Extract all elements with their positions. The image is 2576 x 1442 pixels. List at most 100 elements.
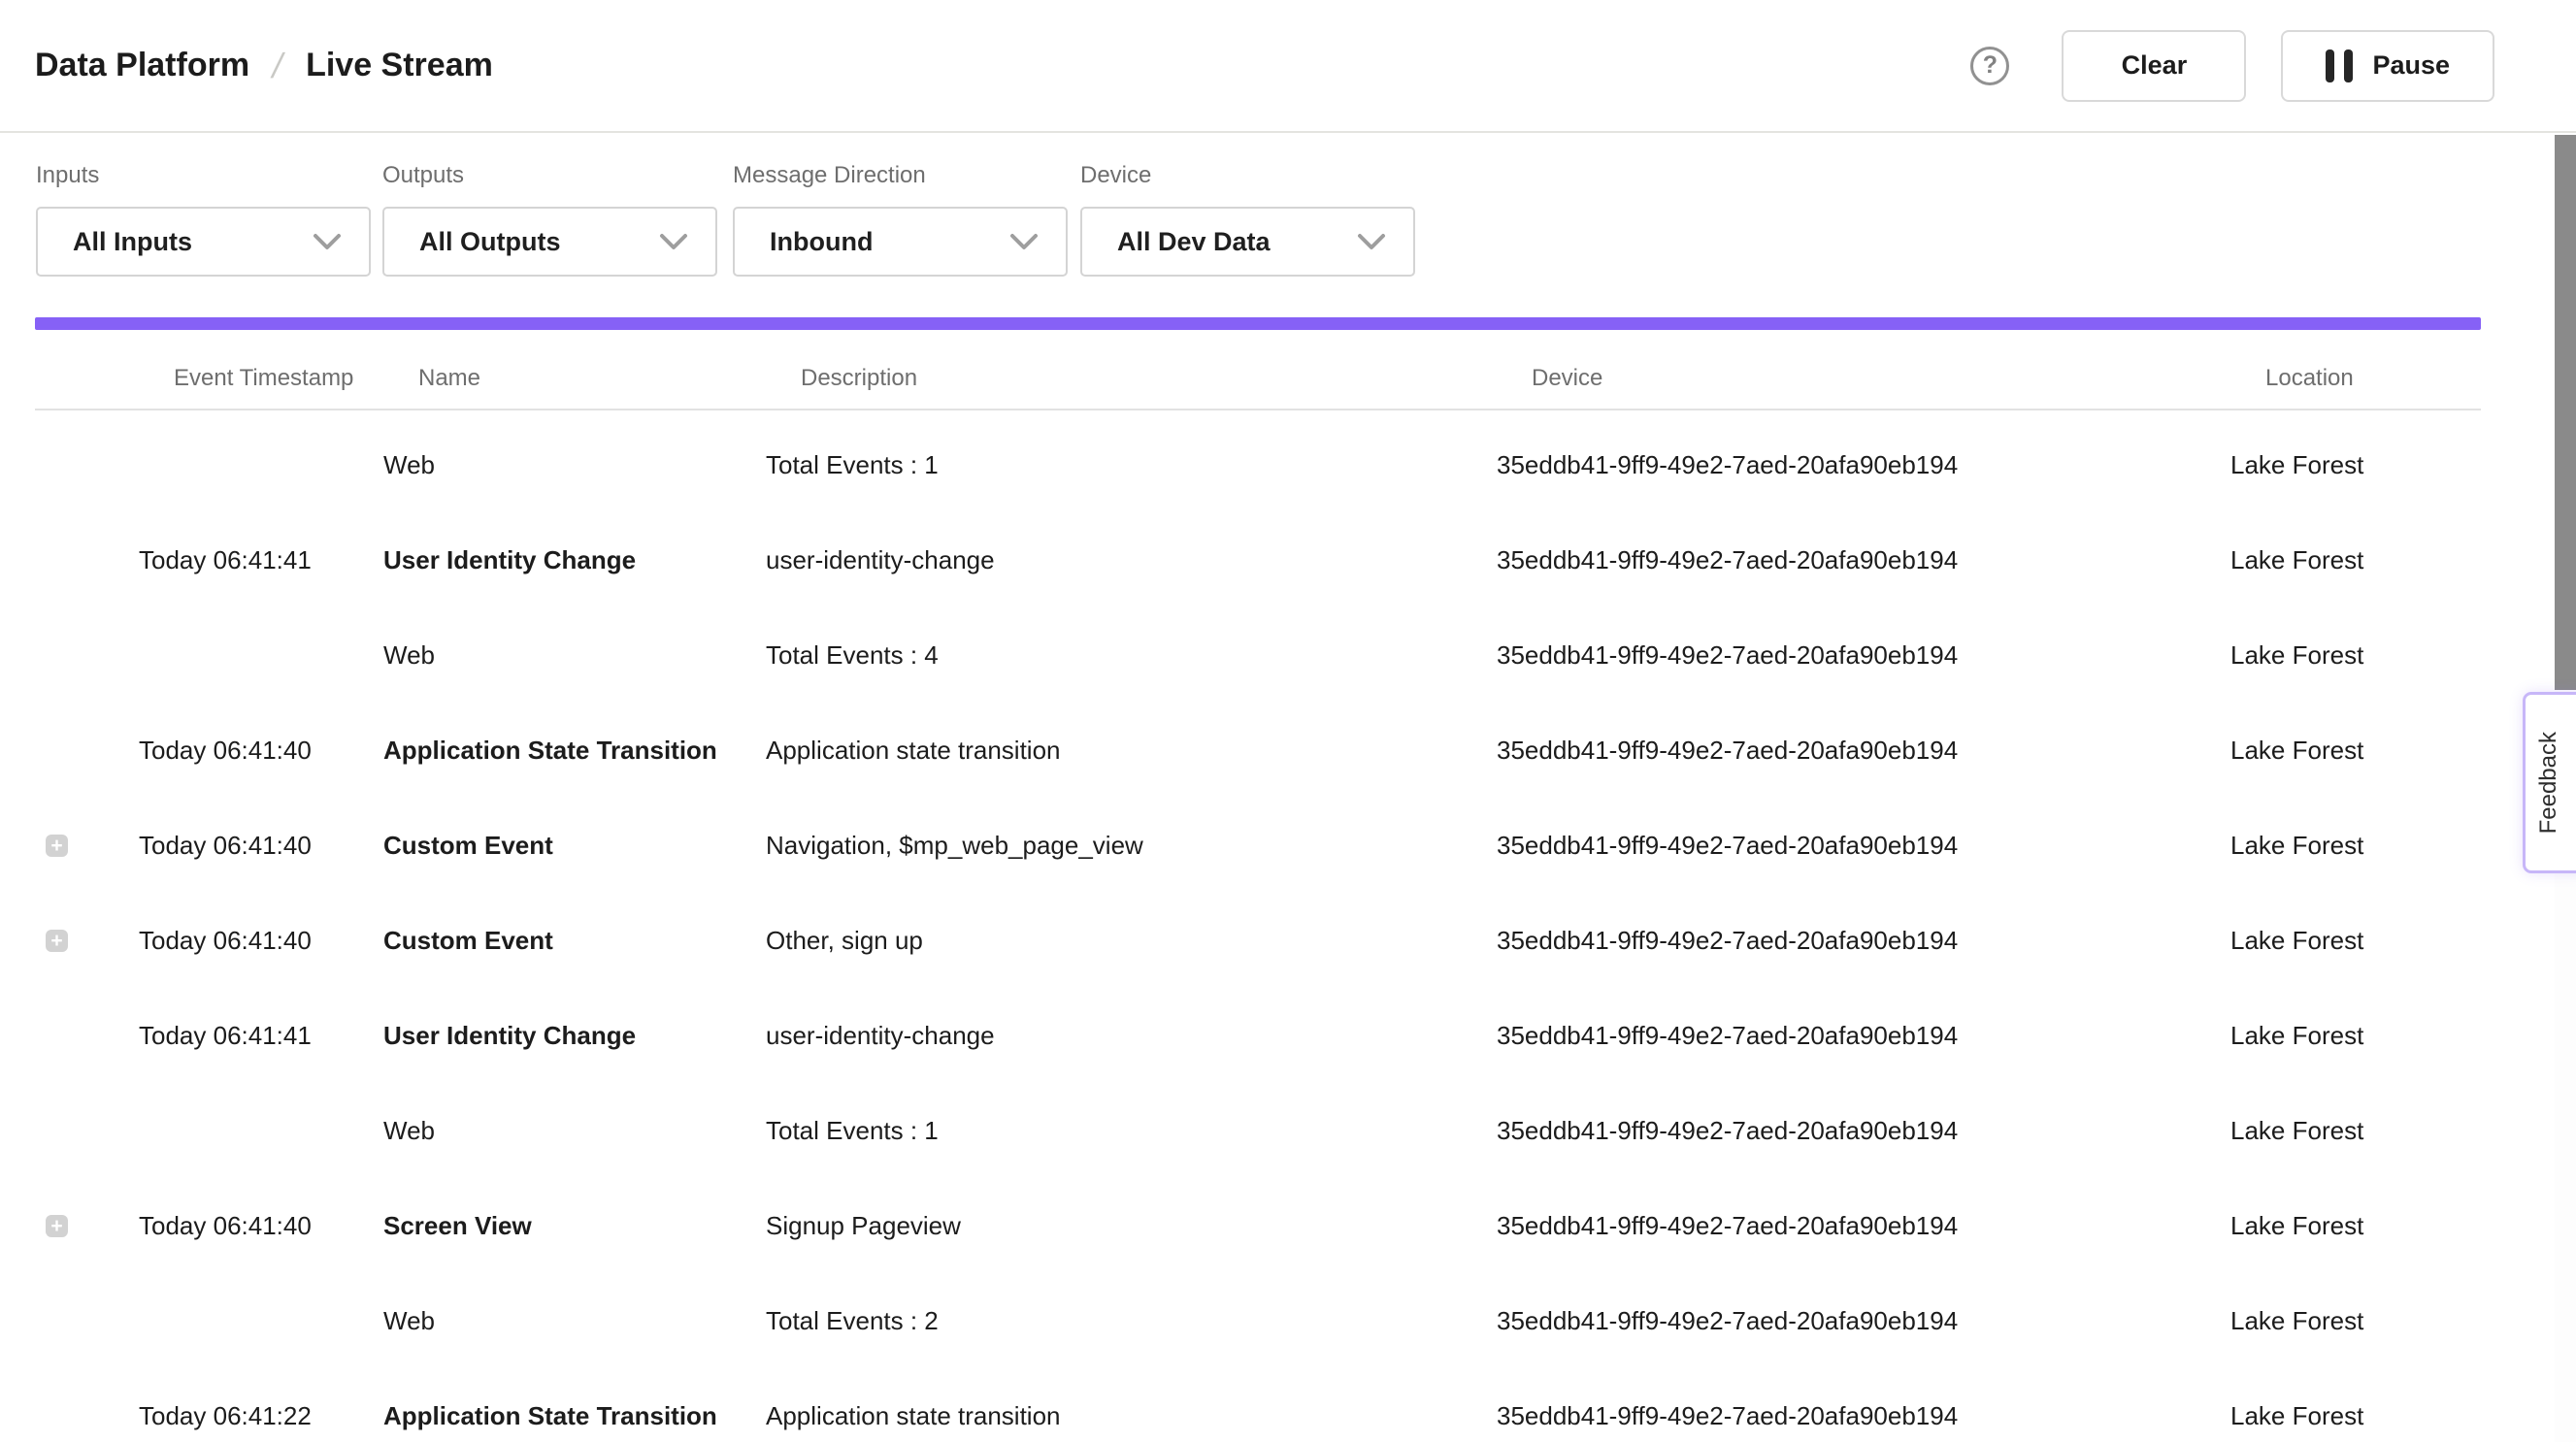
cell-description: Application state transition: [766, 703, 1486, 798]
cell-description: Navigation, $mp_web_page_view: [766, 798, 1486, 893]
filter-outputs-label: Outputs: [382, 162, 717, 189]
filter-device: Device All Dev Data: [1080, 135, 1415, 277]
cell-location: Lake Forest: [2230, 988, 2483, 1083]
column-header-name: Name: [418, 347, 791, 409]
table-row[interactable]: + Web Total Events : 2 35eddb41-9ff9-49e…: [0, 1273, 2576, 1368]
cell-device: 35eddb41-9ff9-49e2-7aed-20afa90eb194: [1497, 703, 2221, 798]
chevron-down-icon: [659, 233, 688, 250]
filter-device-label: Device: [1080, 162, 1415, 189]
cell-name: Application State Transition: [383, 703, 756, 798]
table-row[interactable]: + Today 06:41:22 Application State Trans…: [0, 1368, 2576, 1442]
cell-device: 35eddb41-9ff9-49e2-7aed-20afa90eb194: [1497, 1368, 2221, 1442]
live-stream-page: Data Platform / Live Stream ? Clear Paus…: [0, 0, 2576, 1442]
cell-name: Web: [383, 607, 756, 703]
cell-description: Total Events : 2: [766, 1273, 1486, 1368]
pause-button[interactable]: Pause: [2281, 30, 2494, 102]
table-row[interactable]: + Today 06:41:41 User Identity Change us…: [0, 988, 2576, 1083]
cell-name: Custom Event: [383, 893, 756, 988]
filter-message-direction-select[interactable]: Inbound: [733, 207, 1068, 277]
cell-name: User Identity Change: [383, 988, 756, 1083]
cell-description: user-identity-change: [766, 988, 1486, 1083]
cell-device: 35eddb41-9ff9-49e2-7aed-20afa90eb194: [1497, 1083, 2221, 1178]
filter-bar: Inputs All Inputs Outputs All Outputs Me…: [0, 135, 2576, 314]
cell-description: Application state transition: [766, 1368, 1486, 1442]
table-row[interactable]: + Web Total Events : 1 35eddb41-9ff9-49e…: [0, 417, 2576, 512]
cell-event-timestamp: Today 06:41:41: [139, 988, 372, 1083]
cell-event-timestamp: [139, 607, 372, 703]
cell-description: Other, sign up: [766, 893, 1486, 988]
table-row[interactable]: + Today 06:41:40 Custom Event Other, sig…: [0, 893, 2576, 988]
breadcrumb: Data Platform / Live Stream: [35, 0, 493, 131]
filter-outputs-select[interactable]: All Outputs: [382, 207, 717, 277]
cell-name: Web: [383, 1083, 756, 1178]
pause-button-label: Pause: [2372, 50, 2450, 81]
cell-name: Screen View: [383, 1178, 756, 1273]
table-row[interactable]: + Today 06:41:40 Custom Event Navigation…: [0, 798, 2576, 893]
cell-location: Lake Forest: [2230, 703, 2483, 798]
filter-device-select[interactable]: All Dev Data: [1080, 207, 1415, 277]
column-header-device: Device: [1532, 347, 2256, 409]
table-row[interactable]: + Today 06:41:41 User Identity Change us…: [0, 512, 2576, 607]
filter-inputs-select[interactable]: All Inputs: [36, 207, 371, 277]
table-row[interactable]: + Today 06:41:40 Screen View Signup Page…: [0, 1178, 2576, 1273]
breadcrumb-section[interactable]: Data Platform: [35, 47, 249, 84]
cell-event-timestamp: [139, 417, 372, 512]
cell-location: Lake Forest: [2230, 1368, 2483, 1442]
cell-device: 35eddb41-9ff9-49e2-7aed-20afa90eb194: [1497, 607, 2221, 703]
cell-location: Lake Forest: [2230, 798, 2483, 893]
breadcrumb-separator-icon: /: [269, 46, 287, 86]
cell-name: Web: [383, 1273, 756, 1368]
cell-device: 35eddb41-9ff9-49e2-7aed-20afa90eb194: [1497, 798, 2221, 893]
stream-progress-bar: [35, 317, 2481, 330]
pause-icon: [2326, 49, 2353, 82]
cell-description: Total Events : 1: [766, 417, 1486, 512]
cell-location: Lake Forest: [2230, 1178, 2483, 1273]
chevron-down-icon: [1009, 233, 1039, 250]
filter-message-direction-value: Inbound: [770, 227, 873, 257]
chevron-down-icon: [313, 233, 342, 250]
cell-event-timestamp: [139, 1273, 372, 1368]
feedback-tab-label: Feedback: [2535, 732, 2562, 834]
clear-button-label: Clear: [2122, 50, 2188, 81]
help-icon[interactable]: ?: [1970, 47, 2009, 85]
column-header-event-timestamp: Event Timestamp: [174, 347, 407, 409]
cell-event-timestamp: Today 06:41:40: [139, 893, 372, 988]
scrollbar-thumb[interactable]: [2555, 135, 2576, 690]
feedback-tab[interactable]: Feedback: [2523, 692, 2576, 873]
cell-name: User Identity Change: [383, 512, 756, 607]
table-row[interactable]: + Today 06:41:40 Application State Trans…: [0, 703, 2576, 798]
filter-outputs-value: All Outputs: [419, 227, 560, 257]
column-header-location: Location: [2265, 347, 2518, 409]
cell-location: Lake Forest: [2230, 607, 2483, 703]
clear-button[interactable]: Clear: [2062, 30, 2246, 102]
cell-device: 35eddb41-9ff9-49e2-7aed-20afa90eb194: [1497, 417, 2221, 512]
cell-location: Lake Forest: [2230, 512, 2483, 607]
table-row[interactable]: + Web Total Events : 1 35eddb41-9ff9-49e…: [0, 1083, 2576, 1178]
cell-device: 35eddb41-9ff9-49e2-7aed-20afa90eb194: [1497, 1178, 2221, 1273]
cell-event-timestamp: Today 06:41:22: [139, 1368, 372, 1442]
cell-event-timestamp: Today 06:41:40: [139, 703, 372, 798]
cell-event-timestamp: Today 06:41:41: [139, 512, 372, 607]
table-row[interactable]: + Web Total Events : 4 35eddb41-9ff9-49e…: [0, 607, 2576, 703]
cell-location: Lake Forest: [2230, 893, 2483, 988]
cell-device: 35eddb41-9ff9-49e2-7aed-20afa90eb194: [1497, 988, 2221, 1083]
page-title: Live Stream: [306, 47, 493, 84]
expand-row-icon[interactable]: +: [46, 835, 68, 857]
filter-inputs-value: All Inputs: [73, 227, 192, 257]
cell-device: 35eddb41-9ff9-49e2-7aed-20afa90eb194: [1497, 512, 2221, 607]
chevron-down-icon: [1357, 233, 1386, 250]
cell-location: Lake Forest: [2230, 1273, 2483, 1368]
cell-device: 35eddb41-9ff9-49e2-7aed-20afa90eb194: [1497, 893, 2221, 988]
expand-row-icon[interactable]: +: [46, 1215, 68, 1237]
cell-name: Application State Transition: [383, 1368, 756, 1442]
cell-description: Signup Pageview: [766, 1178, 1486, 1273]
cell-event-timestamp: Today 06:41:40: [139, 1178, 372, 1273]
cell-description: user-identity-change: [766, 512, 1486, 607]
column-header-description: Description: [801, 347, 1521, 409]
expand-row-icon[interactable]: +: [46, 930, 68, 952]
table-header: Event Timestamp Name Description Device …: [35, 347, 2481, 410]
filter-device-value: All Dev Data: [1117, 227, 1271, 257]
cell-location: Lake Forest: [2230, 417, 2483, 512]
cell-name: Custom Event: [383, 798, 756, 893]
top-bar-actions: ? Clear Pause: [1970, 0, 2494, 131]
